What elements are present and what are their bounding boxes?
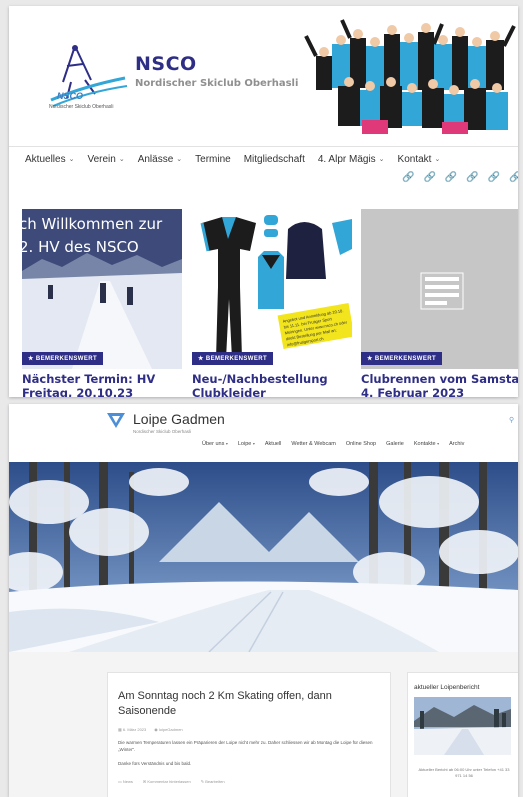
nav-item-wetter-webcam[interactable]: Wetter & Webcam — [286, 441, 340, 447]
main-nav: Über uns ▾ Loipe ▾ Aktuell Wetter & Webc… — [197, 441, 469, 447]
search-icon[interactable]: ⚲ — [509, 416, 514, 424]
nsco-logo-icon[interactable] — [45, 42, 129, 112]
hero-image-snowy-trail — [9, 462, 518, 652]
post-body: Die warmen Temperaturen lassen ein Präpa… — [118, 740, 373, 752]
site-title[interactable]: Loipe Gadmen — [133, 411, 225, 427]
nav-item-archiv[interactable]: Archiv — [444, 441, 469, 447]
post-meta: ▦ 6. März 2023 ◉ loipeGadmen — [118, 727, 183, 732]
nav-divider — [9, 146, 518, 147]
site-subtitle: Nordischer Skiclub Oberhasli — [135, 78, 299, 89]
calendar-icon: ▦ 6. März 2023 — [118, 727, 147, 732]
category-link[interactable]: ▭ News — [118, 779, 133, 784]
nav-item-aktuell[interactable]: Aktuell — [260, 441, 287, 447]
chevron-down-icon: ▾ — [252, 441, 255, 446]
post-card-clubkleider[interactable]: Angebot und Anmeldung ab 20.10. bis 11.1… — [192, 209, 352, 397]
card-title[interactable]: Clubrennen vom Samstag, 4. Februar 2023 — [361, 372, 518, 397]
post-card-clubrennen[interactable]: ★ BEMERKENSWERT Clubrennen vom Samstag, … — [361, 209, 518, 397]
nsco-website-screenshot: NSCO Nordischer Skiclub Oberhasli NSCO N… — [9, 6, 518, 397]
widget-title: aktueller Loipenbericht — [414, 684, 480, 691]
card-title[interactable]: Nächster Termin: HV Freitag, 20.10.23 — [22, 372, 194, 397]
user-icon[interactable]: ◉ loipeGadmen — [154, 727, 182, 732]
post-footer: ▭ News ✉ Kommentar hinterlassen ✎ Bearbe… — [118, 779, 225, 784]
chevron-down-icon: ⌄ — [434, 156, 441, 163]
team-photo — [302, 16, 518, 144]
nav-item-loipe[interactable]: Loipe ▾ — [233, 441, 260, 447]
nav-item-online-shop[interactable]: Online Shop — [341, 441, 381, 447]
chevron-down-icon: ▾ — [437, 441, 440, 446]
chevron-down-icon: ⌄ — [68, 156, 75, 163]
card-title[interactable]: Neu-/Nachbestellung Clubkleider — [192, 372, 364, 397]
logo-wordmark: NSCO — [57, 91, 84, 101]
link-icon[interactable]: 🔗 — [402, 172, 414, 183]
featured-badge: ★ BEMERKENSWERT — [22, 352, 104, 365]
nav-item-termine[interactable]: Termine — [189, 150, 238, 168]
link-icon[interactable]: 🔗 — [423, 172, 435, 183]
featured-badge: ★ BEMERKENSWERT — [361, 352, 443, 365]
sidebar-widget-loipenbericht: aktueller Loipenbericht Aktueller Berich… — [407, 672, 518, 797]
chevron-down-icon: ⌄ — [176, 156, 183, 163]
card-image-clothing[interactable]: Angebot und Anmeldung ab 20.10. bis 11.1… — [192, 209, 352, 369]
nav-item-anlaesse[interactable]: Anlässe ⌄ — [132, 150, 189, 168]
nav-item-kontakte[interactable]: Kontakte ▾ — [409, 441, 444, 447]
post-card-hv[interactable]: ch Willkommen zur 2. HV des NSCO ★ BEMER… — [22, 209, 182, 397]
nav-item-verein[interactable]: Verein ⌄ — [81, 150, 131, 168]
nav-item-aktuelles[interactable]: Aktuelles ⌄ — [19, 150, 81, 168]
loipe-gadmen-screenshot: Loipe Gadmen Nordischer Skiclub Oberhasl… — [9, 404, 518, 797]
site-subtitle: Nordischer Skiclub Oberhasli — [133, 429, 192, 434]
chevron-down-icon: ⌄ — [378, 156, 385, 163]
post-body: Danke fürs Verständnis und bis bald. — [118, 761, 192, 766]
nav-item-kontakt[interactable]: Kontakt ⌄ — [392, 150, 448, 168]
nav-item-galerie[interactable]: Galerie — [381, 441, 409, 447]
featured-badge: ★ BEMERKENSWERT — [192, 352, 274, 365]
card-image-caption: 2. HV des NSCO — [22, 238, 139, 256]
chevron-down-icon: ▾ — [225, 441, 228, 446]
widget-text: Aktueller Bericht ab 06:00 Uhr unter Tel… — [418, 767, 510, 778]
link-icon[interactable]: 🔗 — [445, 172, 457, 183]
main-nav: Aktuelles ⌄ Verein ⌄ Anlässe ⌄ Termine Mitg… — [19, 150, 447, 168]
nav-item-mitgliedschaft[interactable]: Mitgliedschaft — [238, 150, 312, 168]
blog-post: Am Sonntag noch 2 Km Skating offen, dann… — [107, 672, 391, 797]
edit-link[interactable]: ✎ Bearbeiten — [201, 779, 225, 784]
nav-item-ueber-uns[interactable]: Über uns ▾ — [197, 441, 233, 447]
logo-subtitle: Nordischer Skiclub Oberhasli — [49, 104, 114, 110]
link-icon[interactable]: 🔗 — [466, 172, 478, 183]
post-title[interactable]: Am Sonntag noch 2 Km Skating offen, dann… — [118, 689, 380, 719]
link-icon[interactable]: 🔗 — [509, 172, 518, 183]
card-image-caption: ch Willkommen zur — [22, 215, 163, 233]
widget-image-trail[interactable] — [414, 697, 511, 755]
nav-item-alpr-maegis[interactable]: 4. Alpr Mägis ⌄ — [312, 150, 392, 168]
link-icon[interactable]: 🔗 — [488, 172, 500, 183]
comment-link[interactable]: ✉ Kommentar hinterlassen — [143, 779, 191, 784]
social-links: 🔗 🔗 🔗 🔗 🔗 🔗 — [402, 172, 518, 183]
site-header: Loipe Gadmen Nordischer Skiclub Oberhasl… — [9, 404, 518, 462]
chevron-down-icon: ⌄ — [118, 156, 125, 163]
card-image-placeholder[interactable] — [361, 209, 518, 369]
card-image-snow[interactable]: ch Willkommen zur 2. HV des NSCO — [22, 209, 182, 369]
loipe-logo-icon[interactable] — [107, 413, 125, 428]
site-title[interactable]: NSCO — [135, 53, 197, 75]
